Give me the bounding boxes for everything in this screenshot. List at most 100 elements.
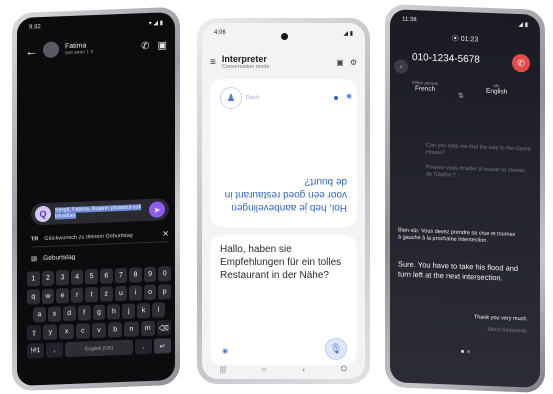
swap-icon[interactable]: ⇅ (458, 92, 464, 100)
key[interactable]: c (75, 323, 90, 339)
send-button[interactable]: ➤ (149, 201, 165, 218)
key[interactable]: a (33, 306, 46, 323)
back-button[interactable]: ‹ (302, 365, 305, 374)
contact-status: last seen 1 h (65, 48, 94, 56)
keyboard: 1 2 3 4 5 6 7 8 9 0 q w e r t z u i o p … (27, 266, 171, 372)
key[interactable]: p (158, 284, 171, 300)
phone-number: 010-1234-5678 (412, 51, 480, 66)
message-received-translation: Sure. You have to take his flood and tur… (398, 259, 519, 282)
key[interactable]: u (114, 285, 128, 302)
save-icon[interactable]: ▣ (336, 58, 344, 67)
interpreter-screen: 4:06 ◢ ▮ ≡ Interpreter Conversation mode… (202, 23, 365, 379)
period-key[interactable]: . (135, 338, 152, 355)
key[interactable]: r (70, 287, 84, 303)
page-dot (460, 349, 464, 353)
contact-info[interactable]: Fatima last seen 1 h (65, 42, 93, 56)
my-language-select[interactable]: Me English (486, 83, 507, 96)
messaging-screen: 9:32 ▾ ◢ ▮ ← Fatima last seen 1 h ✆ ▣ Q … (17, 11, 175, 387)
message-translated: Pouvez-vous m'aider à trouver le chemin … (426, 164, 526, 179)
person-icon: ♟ (226, 92, 236, 104)
avatar[interactable] (43, 41, 59, 59)
key[interactable]: 5 (85, 268, 98, 285)
page-dot (466, 350, 470, 354)
recents-button[interactable]: ||| (220, 365, 226, 374)
status-time: 11:38 (402, 16, 417, 24)
my-language-value: English (486, 87, 508, 96)
key[interactable]: i (129, 285, 142, 301)
call-quality-icon: ⦿ (451, 35, 461, 43)
message-received: Bien sûr. Vous devez prendre sa crue et … (398, 227, 516, 244)
key[interactable]: 3 (56, 270, 69, 286)
key[interactable]: l (152, 302, 166, 318)
translation-text[interactable]: Glückwunsch zu deinem Geburtstag (44, 232, 132, 241)
key[interactable]: 1 (27, 271, 40, 287)
clipboard-icon: ▤ (31, 255, 38, 263)
signal-battery-icon: ◢ ▮ (518, 21, 528, 28)
other-language-select[interactable]: Other person French (412, 80, 438, 93)
ai-assist-icon[interactable]: Q (35, 205, 51, 223)
key[interactable]: 0 (158, 266, 171, 282)
key[interactable]: 8 (129, 267, 142, 283)
key[interactable]: q (27, 289, 40, 305)
partner-mic-button[interactable]: ♟ (220, 87, 242, 109)
key[interactable]: n (124, 321, 139, 337)
key[interactable]: f (77, 305, 91, 321)
key[interactable]: s (47, 306, 61, 322)
key[interactable]: b (108, 321, 123, 338)
back-arrow-icon[interactable]: ← (25, 43, 38, 58)
accessibility-button[interactable]: ⛭ (341, 364, 347, 374)
suggestion-text[interactable]: Geburtstag (43, 253, 75, 261)
key[interactable]: m (140, 320, 155, 337)
key[interactable]: z (100, 286, 113, 302)
message-compose[interactable]: Q Sergil, Fatima, Bujann pinaseul coli l… (31, 198, 169, 226)
key[interactable]: d (62, 305, 76, 322)
user-mic-button[interactable]: 🎙 (325, 338, 347, 360)
key[interactable]: j (122, 303, 136, 319)
key[interactable]: h (107, 304, 121, 320)
enter-key[interactable]: ↵ (154, 338, 171, 354)
key[interactable]: 9 (143, 266, 157, 283)
active-indicator (334, 96, 338, 100)
back-icon[interactable]: ‹ (394, 59, 408, 74)
status-time: 4:06 (214, 30, 226, 36)
key[interactable]: 6 (100, 268, 113, 284)
key[interactable]: x (59, 323, 74, 340)
key[interactable]: y (43, 324, 58, 341)
key[interactable]: 7 (114, 267, 128, 284)
signal-battery-icon: ◢ ▮ (343, 30, 353, 37)
numbers-toggle-key[interactable]: !#1 (27, 342, 44, 359)
partner-language: Dutch (246, 95, 260, 101)
page-subtitle: Conversation mode (221, 64, 270, 70)
key[interactable]: w (41, 288, 55, 305)
key[interactable]: g (92, 304, 106, 321)
shift-key[interactable]: ⇧ (27, 325, 42, 341)
key[interactable]: o (143, 284, 157, 301)
key[interactable]: e (56, 288, 69, 304)
status-bar: 11:38 ◢ ▮ (390, 13, 540, 31)
space-key[interactable]: English (US) (65, 339, 133, 358)
menu-icon[interactable]: ≡ (210, 57, 216, 68)
phone-left: 9:32 ▾ ◢ ▮ ← Fatima last seen 1 h ✆ ▣ Q … (12, 6, 180, 392)
status-time: 9:32 (29, 24, 41, 31)
mic-icon: 🎙 (329, 343, 343, 355)
video-icon[interactable]: ▣ (158, 40, 167, 51)
key[interactable]: 2 (41, 270, 55, 287)
home-button[interactable]: ○ (262, 365, 267, 374)
keyboard-row: 1 2 3 4 5 6 7 8 9 0 (27, 266, 171, 287)
front-camera (280, 33, 288, 40)
key[interactable]: k (137, 302, 151, 319)
partner-panel: ♟ Dutch ◉ Hoi, heb je aanbevelingen voor… (210, 79, 357, 227)
end-call-button[interactable]: ✆ (512, 53, 530, 73)
compose-input[interactable]: Sergil, Fatima, Bujann pinaseul coli lok… (55, 204, 145, 220)
suggestion-row[interactable]: ▤ Geburtstag (31, 246, 169, 265)
key[interactable]: 4 (70, 269, 84, 285)
speaker-icon[interactable]: ◉ (222, 347, 228, 355)
close-icon[interactable]: ✕ (162, 229, 169, 238)
backspace-key[interactable]: ⌫ (156, 320, 171, 336)
key[interactable]: t (85, 286, 98, 303)
key[interactable]: v (91, 322, 107, 339)
speaker-icon[interactable]: ◉ (346, 92, 352, 100)
comma-key[interactable]: , (46, 342, 63, 358)
phone-icon[interactable]: ✆ (141, 40, 149, 51)
settings-icon[interactable]: ⚙ (350, 58, 357, 67)
